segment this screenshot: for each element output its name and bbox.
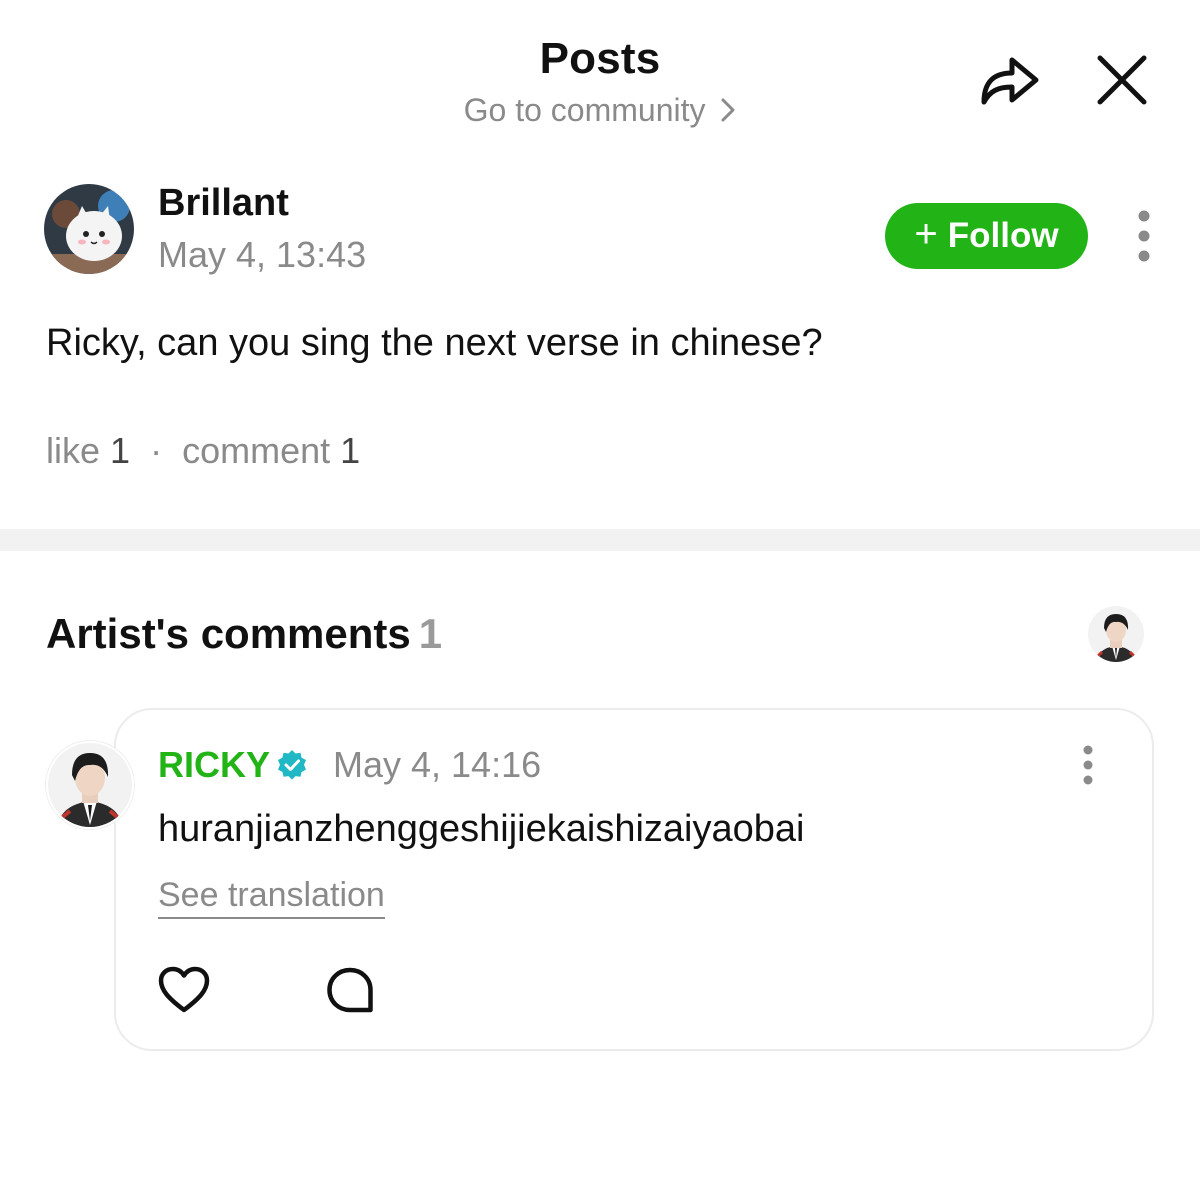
post-body: Ricky, can you sing the next verse in ch…: [46, 322, 823, 364]
chevron-right-icon: [720, 94, 736, 131]
comment-bubble-icon: [327, 967, 373, 1013]
close-button[interactable]: [1092, 50, 1152, 110]
verified-badge-icon: [276, 749, 308, 781]
reply-button[interactable]: [322, 964, 378, 1016]
like-count: 1: [110, 430, 131, 471]
post-timestamp: May 4, 13:43: [158, 234, 367, 275]
stats-separator: ·: [150, 430, 163, 471]
post-stats: like 1 · comment 1: [46, 430, 360, 472]
follow-label: Follow: [947, 216, 1059, 255]
ricky-avatar[interactable]: [46, 741, 134, 829]
go-to-community-label: Go to community: [463, 92, 706, 128]
comment-label: comment: [182, 430, 331, 471]
author-avatar[interactable]: [44, 184, 134, 274]
see-translation-link[interactable]: See translation: [158, 876, 385, 919]
comment-text: huranjianzhenggeshijiekaishizaiyaobai: [158, 808, 805, 850]
artist-comments-heading: Artist's comments 1: [46, 610, 442, 658]
like-button[interactable]: [156, 964, 212, 1016]
follow-button[interactable]: + Follow: [885, 203, 1088, 269]
author-name[interactable]: Brillant: [158, 182, 289, 225]
top-bar: Posts Go to community: [0, 0, 1200, 150]
artist-avatar[interactable]: [1088, 606, 1144, 662]
share-button[interactable]: [976, 50, 1044, 110]
more-vertical-icon: [1138, 210, 1150, 262]
heart-icon: [158, 966, 210, 1013]
artist-comments-title: Artist's comments: [46, 610, 411, 657]
share-icon: [981, 57, 1039, 105]
close-icon: [1097, 55, 1147, 105]
plus-icon: +: [914, 212, 938, 256]
section-divider: [0, 529, 1200, 551]
artist-comments-count: 1: [418, 610, 443, 657]
like-label: like: [46, 430, 101, 471]
comment-more-button[interactable]: [1068, 740, 1108, 790]
comment-count: 1: [340, 430, 361, 471]
post-more-button[interactable]: [1124, 206, 1164, 266]
more-vertical-icon: [1083, 745, 1093, 785]
comment-author-name[interactable]: RICKY: [158, 744, 270, 786]
comment-timestamp: May 4, 14:16: [333, 744, 542, 785]
